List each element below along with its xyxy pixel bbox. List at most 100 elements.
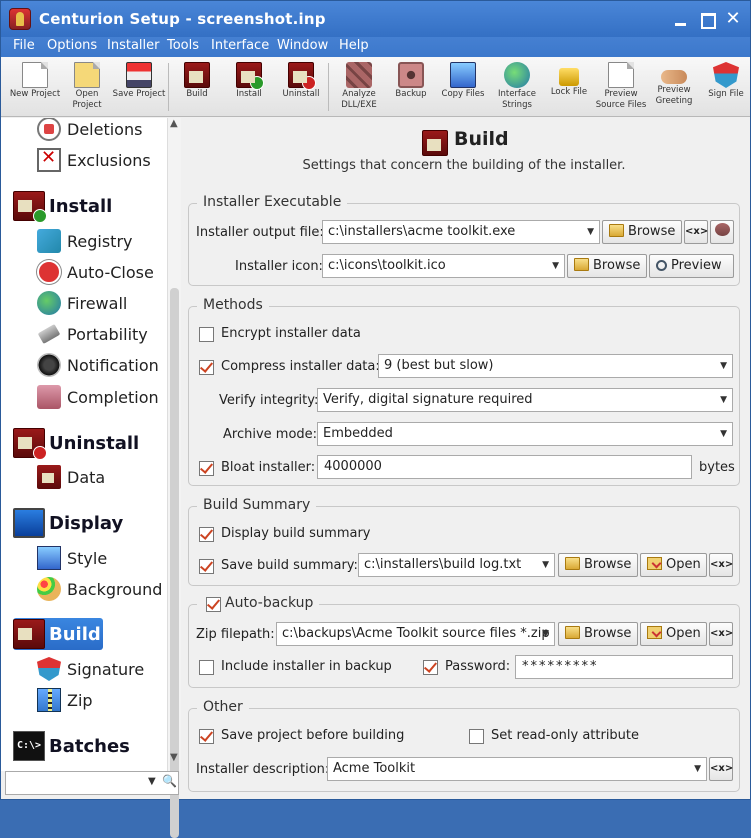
install-icon (13, 191, 47, 223)
sidebar-scrollbar[interactable]: ▲ ▼ (167, 118, 181, 838)
new-project-button[interactable]: New Project (8, 60, 62, 116)
close-button[interactable]: ✕ (721, 9, 745, 29)
description-combo[interactable]: Acme Toolkit ▼ (327, 757, 707, 781)
read-only-checkbox[interactable] (469, 729, 484, 744)
install-button[interactable]: Install (222, 60, 276, 116)
search-icon[interactable]: 🔍 (162, 774, 177, 788)
compress-checkbox[interactable] (199, 360, 214, 375)
sidebar-group-build[interactable]: Build (13, 618, 103, 650)
zip-browse-button[interactable]: Browse (558, 622, 638, 646)
sidebar-item-signature[interactable]: Signature (37, 655, 144, 683)
sidebar-tree: Deletions Exclusions Install Registry Au… (1, 118, 181, 771)
sidebar-item-completion[interactable]: Completion (37, 383, 159, 411)
preview-greeting-button[interactable]: Preview Greeting (647, 60, 701, 116)
description-variable-button[interactable]: <x> (709, 757, 733, 781)
analyze-button[interactable]: Analyze DLL/EXE (332, 60, 386, 116)
sidebar-group-install[interactable]: Install (13, 190, 112, 223)
sidebar-item-deletions[interactable]: Deletions (37, 118, 142, 143)
chevron-down-icon: ▼ (694, 764, 701, 774)
group-installer-executable: Installer Executable Installer output fi… (188, 194, 740, 286)
menu-options[interactable]: Options (47, 38, 97, 53)
description-label: Installer description: (196, 762, 330, 777)
bloat-checkbox[interactable] (199, 461, 214, 476)
summary-open-button[interactable]: Open (640, 553, 707, 577)
save-project-button[interactable]: Save Project (112, 60, 166, 116)
build-button[interactable]: Build (170, 60, 224, 116)
display-summary-checkbox[interactable] (199, 527, 214, 542)
folder-icon (565, 557, 580, 570)
icon-browse-button[interactable]: Browse (567, 254, 647, 278)
uninstall-button[interactable]: Uninstall (274, 60, 328, 116)
encrypt-checkbox[interactable] (199, 327, 214, 342)
sidebar-item-portability[interactable]: Portability (37, 320, 148, 348)
sidebar-item-data[interactable]: Data (37, 463, 105, 491)
include-installer-checkbox[interactable] (199, 660, 214, 675)
interface-strings-button[interactable]: Interface Strings (490, 60, 544, 116)
output-file-combo[interactable]: c:\installers\acme toolkit.exe ▼ (322, 220, 600, 244)
menu-tools[interactable]: Tools (167, 38, 199, 53)
sidebar-group-batches[interactable]: Batches (13, 730, 130, 762)
output-variable-button[interactable]: <x> (684, 220, 708, 244)
verify-integrity-combo[interactable]: Verify, digital signature required ▼ (317, 388, 733, 412)
chevron-down-icon[interactable]: ▼ (148, 776, 156, 787)
chevron-down-icon: ▼ (720, 429, 727, 439)
toolbar-separator (328, 63, 329, 111)
archive-label: Archive mode: (223, 427, 318, 442)
summary-path-combo[interactable]: c:\installers\build log.txt ▼ (358, 553, 555, 577)
minimize-button[interactable] (669, 9, 693, 29)
deletions-icon (37, 118, 61, 141)
zip-open-button[interactable]: Open (640, 622, 707, 646)
backup-button[interactable]: Backup (384, 60, 438, 116)
sidebar-item-auto-close[interactable]: Auto-Close (37, 258, 154, 286)
install-icon (236, 62, 264, 90)
sidebar-item-style[interactable]: Style (37, 544, 107, 572)
sidebar-group-uninstall[interactable]: Uninstall (13, 427, 139, 460)
app-helmet-icon[interactable] (9, 8, 31, 30)
build-icon (422, 130, 448, 156)
sign-file-button[interactable]: Sign File (699, 60, 751, 116)
title-bar: Centurion Setup - screenshot.inp ✕ (1, 1, 750, 37)
uninstall-icon (13, 428, 47, 460)
sidebar-item-registry[interactable]: Registry (37, 227, 133, 255)
sidebar-group-display[interactable]: Display (13, 507, 123, 539)
menu-installer[interactable]: Installer (107, 38, 159, 53)
sidebar-item-firewall[interactable]: Firewall (37, 289, 127, 317)
sidebar-item-background[interactable]: Background (37, 575, 162, 603)
scroll-up-arrow-icon[interactable]: ▲ (170, 118, 178, 129)
compression-level-combo[interactable]: 9 (best but slow) ▼ (378, 354, 733, 378)
output-ui-button[interactable] (710, 220, 734, 244)
bloat-size-input[interactable]: 4000000 (317, 455, 692, 479)
menu-help[interactable]: Help (339, 38, 369, 53)
folder-icon (609, 224, 624, 237)
output-file-label: Installer output file: (196, 225, 324, 240)
password-checkbox[interactable] (423, 660, 438, 675)
zip-variable-button[interactable]: <x> (709, 622, 733, 646)
menu-file[interactable]: File (13, 38, 35, 53)
sidebar-item-exclusions[interactable]: Exclusions (37, 146, 151, 174)
archive-mode-combo[interactable]: Embedded ▼ (317, 422, 733, 446)
auto-backup-checkbox[interactable] (206, 597, 221, 612)
icon-combo[interactable]: c:\icons\toolkit.ico ▼ (322, 254, 565, 278)
masks-icon (714, 223, 730, 236)
sidebar-item-zip[interactable]: Zip (37, 686, 93, 714)
save-summary-checkbox[interactable] (199, 559, 214, 574)
scroll-down-arrow-icon[interactable]: ▼ (170, 752, 178, 763)
copy-files-button[interactable]: Copy Files (436, 60, 490, 116)
summary-browse-button[interactable]: Browse (558, 553, 638, 577)
password-input[interactable]: ********* (515, 655, 733, 679)
save-project-checkbox[interactable] (199, 729, 214, 744)
verify-label: Verify integrity: (219, 393, 319, 408)
lock-file-button[interactable]: Lock File (542, 60, 596, 116)
menu-interface[interactable]: Interface (211, 38, 269, 53)
maximize-button[interactable] (695, 9, 719, 29)
sidebar-search-combo[interactable]: ▼ 🔍 (5, 771, 179, 795)
open-project-button[interactable]: Open Project (60, 60, 114, 116)
output-browse-button[interactable]: Browse (602, 220, 682, 244)
zip-filepath-combo[interactable]: c:\backups\Acme Toolkit source files *.z… (276, 622, 555, 646)
icon-preview-button[interactable]: Preview (649, 254, 734, 278)
preview-source-button[interactable]: Preview Source Files (594, 60, 648, 116)
menu-window[interactable]: Window (277, 38, 328, 53)
save-project-label: Save project before building (221, 728, 405, 743)
summary-variable-button[interactable]: <x> (709, 553, 733, 577)
sidebar-item-notification[interactable]: Notification (37, 351, 159, 379)
